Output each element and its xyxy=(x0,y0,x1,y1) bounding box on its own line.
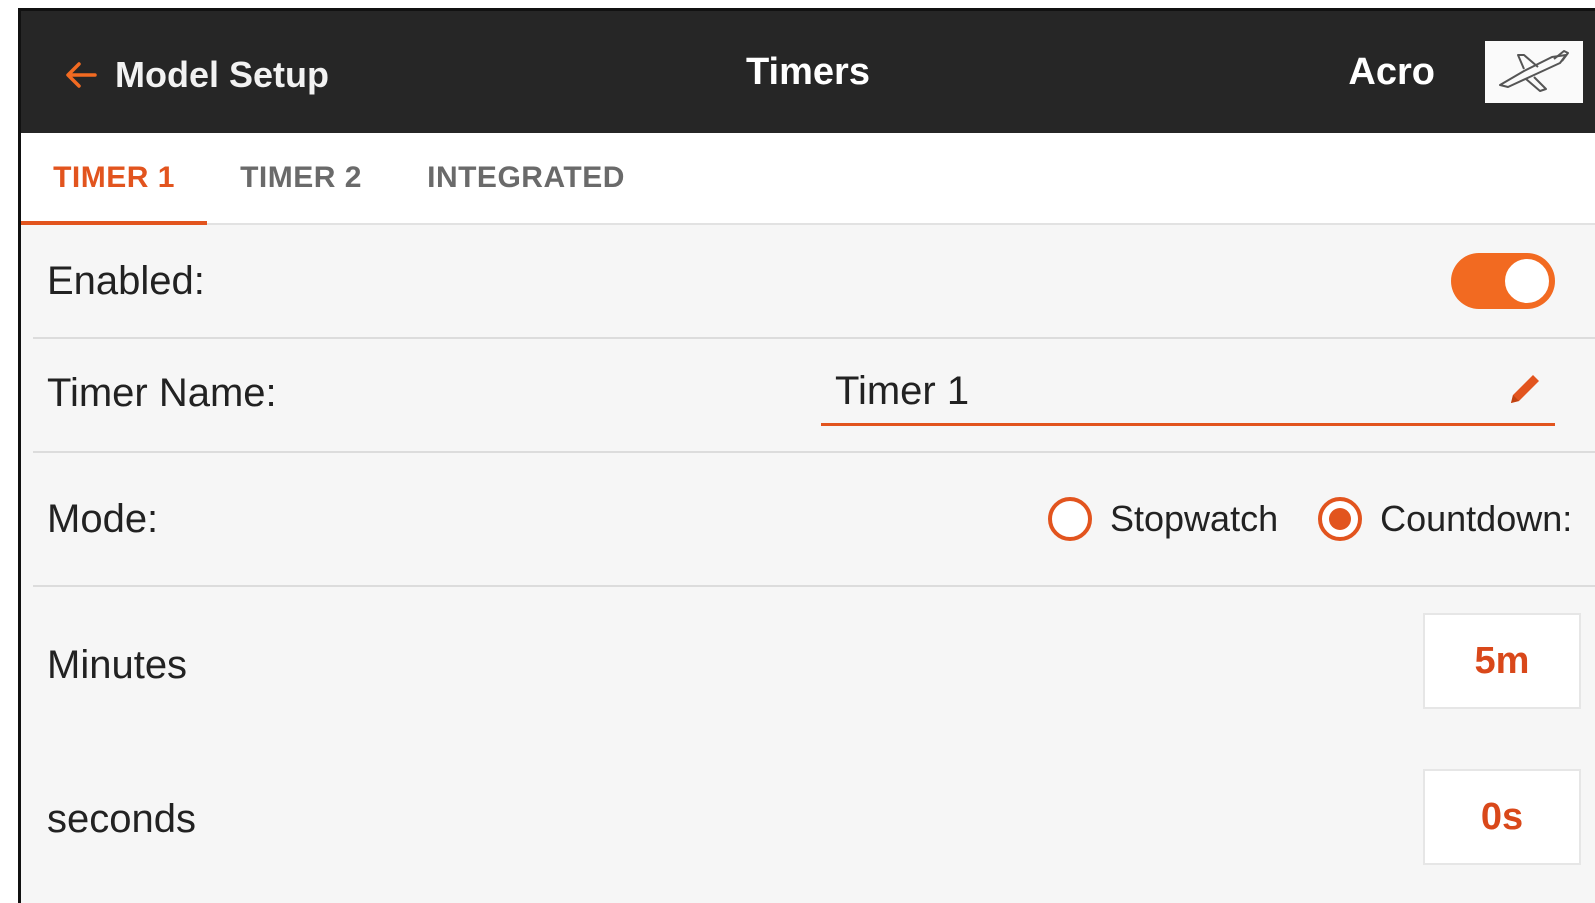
mode-label: Mode: xyxy=(47,497,159,541)
minutes-label: Minutes xyxy=(47,643,188,687)
timer-name-field xyxy=(821,361,1555,426)
tab-timer-2[interactable]: TIMER 2 xyxy=(221,133,381,223)
screen-frame: Model Setup Timers Acro TIMER 1 TIMER 2 … xyxy=(0,0,1595,903)
app-window: Model Setup Timers Acro TIMER 1 TIMER 2 … xyxy=(18,8,1595,903)
countdown-option[interactable]: Countdown: xyxy=(1318,497,1572,541)
airplane-icon xyxy=(1499,50,1569,92)
radio-checked-icon xyxy=(1318,497,1363,541)
radio-unchecked-icon xyxy=(1048,497,1092,541)
tab-bar: TIMER 1 TIMER 2 INTEGRATED xyxy=(21,133,1595,225)
mode-radio-group: Stopwatch Countdown: xyxy=(1048,497,1572,541)
timer-name-row: Timer Name: xyxy=(33,339,1595,451)
radio-dot xyxy=(1329,508,1352,530)
minutes-row: Minutes 5m xyxy=(33,587,1595,739)
header-bar: Model Setup Timers Acro xyxy=(21,11,1595,133)
seconds-row: seconds 0s xyxy=(33,739,1595,903)
back-button[interactable]: Model Setup xyxy=(61,51,329,99)
countdown-label: Countdown: xyxy=(1380,498,1573,539)
tab-timer-1[interactable]: TIMER 1 xyxy=(21,133,207,225)
arrow-left-icon xyxy=(66,62,97,88)
back-label: Model Setup xyxy=(115,54,329,95)
timer-name-label: Timer Name: xyxy=(47,371,277,415)
pencil-icon[interactable] xyxy=(1503,367,1547,411)
toggle-knob xyxy=(1503,257,1551,305)
enabled-label: Enabled: xyxy=(47,259,205,303)
stopwatch-label: Stopwatch xyxy=(1110,498,1279,539)
model-name: Acro xyxy=(1348,51,1435,93)
tab-integrated[interactable]: INTEGRATED xyxy=(421,133,631,223)
model-thumbnail[interactable] xyxy=(1485,41,1583,103)
enabled-row: Enabled: xyxy=(33,225,1595,337)
enabled-toggle[interactable] xyxy=(1451,253,1555,309)
mode-row: Mode: Stopwatch Countdown: xyxy=(33,453,1595,585)
seconds-value[interactable]: 0s xyxy=(1423,769,1581,865)
seconds-label: seconds xyxy=(47,797,196,841)
timer-name-input[interactable] xyxy=(835,367,1435,415)
stopwatch-option[interactable]: Stopwatch xyxy=(1048,497,1278,541)
minutes-value[interactable]: 5m xyxy=(1423,613,1581,709)
